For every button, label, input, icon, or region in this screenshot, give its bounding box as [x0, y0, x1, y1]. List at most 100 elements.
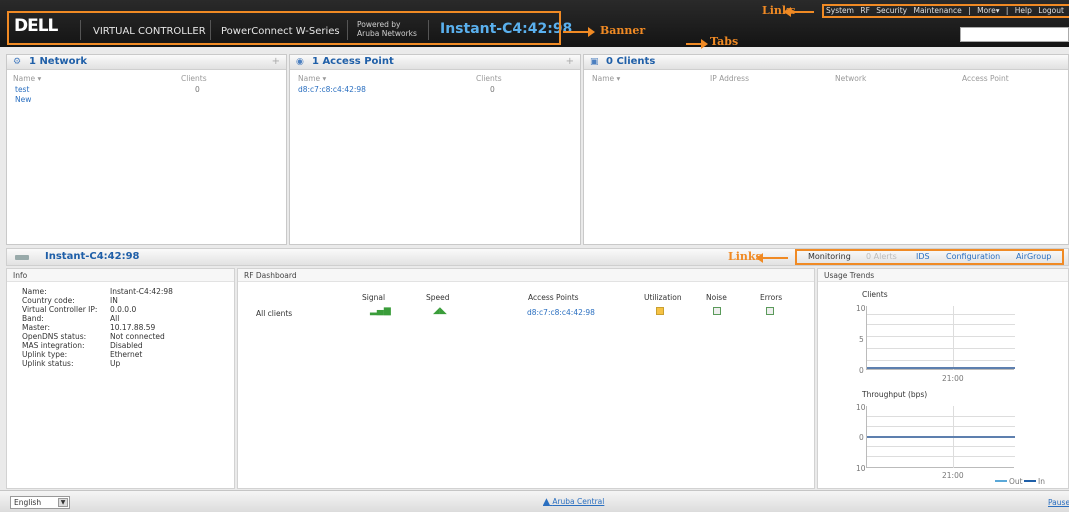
info-value-master: 10.17.88.59	[110, 323, 156, 332]
column-header-network[interactable]: Network	[835, 74, 866, 83]
all-clients-label: All clients	[256, 309, 293, 318]
info-value-uplink-status: Up	[110, 359, 121, 368]
column-header-clients[interactable]: Clients	[181, 74, 207, 83]
footer: English ▼ ▲ Aruba Central Pause	[0, 490, 1069, 512]
access-point-clients: 0	[490, 85, 495, 94]
access-point-name[interactable]: d8:c7:c8:c4:42:98	[298, 85, 366, 94]
top-links-annotation-box	[822, 4, 1069, 18]
clients-panel-header: ▣ 0 Clients	[584, 55, 1068, 70]
utilization-icon[interactable]	[656, 307, 664, 315]
info-label-opendns: OpenDNS status:	[22, 332, 87, 341]
gridline	[953, 306, 954, 370]
column-header-name[interactable]: Name ▾	[298, 74, 326, 83]
legend-in-swatch	[1024, 480, 1036, 482]
add-access-point-button[interactable]: +	[566, 56, 574, 67]
tab-alerts[interactable]: 0 Alerts	[866, 252, 897, 261]
legend-in-label: In	[1038, 477, 1045, 486]
clients-tick: 0	[859, 366, 864, 375]
column-header-ip-address[interactable]: IP Address	[710, 74, 749, 83]
signal-icon[interactable]: ▂▄▆	[370, 306, 391, 316]
info-value-band: All	[110, 314, 120, 323]
tabs-annotation: Tabs	[710, 35, 739, 48]
access-points-title[interactable]: 1 Access Point	[312, 56, 394, 67]
aruba-central-link[interactable]: ▲ Aruba Central	[543, 497, 604, 507]
network-icon: ⚙	[13, 57, 22, 67]
rf-dashboard-heading: RF Dashboard	[238, 269, 814, 282]
banner-annotation: Banner	[600, 24, 646, 37]
info-label-band: Band:	[22, 314, 44, 323]
virtual-controller-title[interactable]: Instant-C4:42:98	[45, 251, 140, 262]
column-header-speed: Speed	[426, 293, 450, 302]
speed-icon[interactable]: ◢◣	[433, 306, 447, 316]
clients-chart[interactable]	[866, 306, 1015, 370]
column-header-access-point[interactable]: Access Point	[962, 74, 1009, 83]
errors-icon[interactable]	[766, 307, 774, 315]
gridline	[867, 360, 1015, 361]
tab-ids[interactable]: IDS	[916, 252, 930, 261]
info-value-name: Instant-C4:42:98	[110, 287, 173, 296]
tab-monitoring[interactable]: Monitoring	[808, 252, 851, 261]
networks-panel-header: ⚙ 1 Network +	[7, 55, 286, 70]
throughput-chart-title: Throughput (bps)	[862, 390, 928, 399]
info-label-mas: MAS integration:	[22, 341, 85, 350]
links-annotation-top: Links	[762, 4, 796, 17]
language-select[interactable]: English ▼	[10, 496, 70, 509]
pause-link[interactable]: Pause	[1048, 498, 1069, 507]
usage-trends-heading: Usage Trends	[818, 269, 1068, 282]
info-value-opendns: Not connected	[110, 332, 165, 341]
gridline	[867, 348, 1015, 349]
info-heading: Info	[7, 269, 234, 282]
column-header-errors: Errors	[760, 293, 783, 302]
clients-panel: ▣ 0 Clients Name ▾ IP Address Network Ac…	[583, 54, 1069, 245]
clients-title[interactable]: 0 Clients	[606, 56, 655, 67]
gridline	[867, 456, 1015, 457]
new-network-link[interactable]: New	[15, 95, 31, 104]
networks-panel: ⚙ 1 Network + Name ▾ Clients test 0 New	[6, 54, 287, 245]
banner-annotation-box	[7, 11, 561, 45]
clients-tick: 10	[856, 304, 866, 313]
column-header-signal: Signal	[362, 293, 386, 302]
clients-chart-title: Clients	[862, 290, 888, 299]
add-network-button[interactable]: +	[272, 56, 280, 67]
info-label-country: Country code:	[22, 296, 75, 305]
throughput-series-line	[867, 436, 1015, 438]
noise-icon[interactable]	[713, 307, 721, 315]
info-value-vc-ip: 0.0.0.0	[110, 305, 137, 314]
throughput-tick: 10	[856, 403, 866, 412]
info-labels: Name: Country code: Virtual Controller I…	[22, 287, 97, 368]
tab-configuration[interactable]: Configuration	[946, 252, 1000, 261]
rf-access-point-link[interactable]: d8:c7:c8:c4:42:98	[527, 308, 595, 317]
info-label-name: Name:	[22, 287, 47, 296]
info-value-country: IN	[110, 296, 118, 305]
links-arrow	[756, 253, 788, 263]
tabs-arrow	[686, 39, 708, 49]
throughput-chart[interactable]	[866, 406, 1015, 468]
aruba-icon: ▲	[543, 497, 550, 507]
tab-airgroup[interactable]: AirGroup	[1016, 252, 1051, 261]
clients-series-line	[867, 367, 1015, 369]
info-value-uplink-type: Ethernet	[110, 350, 143, 359]
info-label-uplink-type: Uplink type:	[22, 350, 68, 359]
info-value-mas: Disabled	[110, 341, 143, 350]
access-points-panel: ◉ 1 Access Point + Name ▾ Clients d8:c7:…	[289, 54, 581, 245]
column-header-utilization: Utilization	[644, 293, 682, 302]
legend-out-swatch	[995, 480, 1007, 482]
gridline	[867, 336, 1015, 337]
column-header-clients[interactable]: Clients	[476, 74, 502, 83]
network-name[interactable]: test	[15, 85, 29, 94]
gridline	[867, 314, 1015, 315]
info-label-vc-ip: Virtual Controller IP:	[22, 305, 98, 314]
column-header-access-points: Access Points	[528, 293, 579, 302]
gridline	[867, 446, 1015, 447]
search-input[interactable]	[960, 27, 1069, 42]
language-value: English	[14, 498, 42, 507]
access-points-panel-header: ◉ 1 Access Point +	[290, 55, 580, 70]
column-header-name[interactable]: Name ▾	[592, 74, 620, 83]
info-label-master: Master:	[22, 323, 51, 332]
controller-icon	[15, 255, 29, 260]
column-header-name[interactable]: Name ▾	[13, 74, 41, 83]
chevron-down-icon[interactable]: ▼	[58, 498, 68, 507]
networks-title[interactable]: 1 Network	[29, 56, 87, 67]
clients-time-label: 21:00	[942, 374, 964, 383]
info-values: Instant-C4:42:98 IN 0.0.0.0 All 10.17.88…	[110, 287, 173, 368]
